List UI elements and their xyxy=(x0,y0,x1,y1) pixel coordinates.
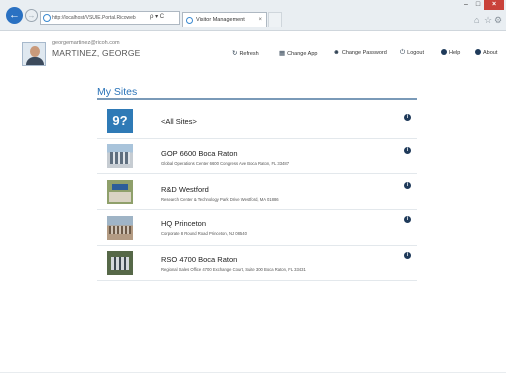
window-bottom-edge xyxy=(0,372,506,379)
ie-page-icon xyxy=(43,14,51,22)
tab-page-icon xyxy=(186,17,193,24)
info-icon[interactable]: i xyxy=(404,252,411,259)
avatar-body xyxy=(26,57,44,65)
site-row-rd-westford[interactable]: R&D Westford Research Center & Technolog… xyxy=(97,175,417,210)
site-address: Global Operations Center 6600 Congress A… xyxy=(161,161,290,166)
power-icon: ⏻ xyxy=(400,49,406,56)
apps-icon: ▦ xyxy=(279,50,286,57)
site-thumbnail xyxy=(107,180,133,204)
info-icon[interactable]: i xyxy=(404,216,411,223)
site-name: HQ Princeton xyxy=(161,219,207,228)
browser-tab[interactable]: Visitor Management × xyxy=(182,12,267,27)
help-icon xyxy=(441,49,447,55)
site-name: <All Sites> xyxy=(161,117,197,126)
map-pin-icon: 9? xyxy=(107,109,133,133)
tab-title: Visitor Management xyxy=(196,17,245,23)
home-icon[interactable]: ⌂ xyxy=(474,15,479,25)
back-arrow-icon[interactable]: ← xyxy=(6,7,23,24)
close-window-button[interactable]: × xyxy=(484,0,504,10)
avatar-head xyxy=(30,46,40,57)
gear-icon[interactable]: ⚙ xyxy=(494,15,502,26)
site-thumbnail xyxy=(107,216,133,240)
user-email: georgemartinez@ricoh.com xyxy=(52,40,120,46)
site-address: Regional Sales Office 4700 Exchange Cour… xyxy=(161,267,306,272)
site-row-all[interactable]: 9? <All Sites> i xyxy=(97,104,417,139)
user-icon: ☻ xyxy=(333,49,340,56)
change-app-link[interactable]: ▦ Change App xyxy=(279,49,317,57)
avatar xyxy=(22,42,46,66)
site-thumbnail xyxy=(107,251,133,275)
site-address: Research Center & Technology Park Drive … xyxy=(161,197,279,202)
browser-toolbar: ← → http://localhost/VSUIE.Portal.Ricowe… xyxy=(0,0,506,31)
page-title: My Sites xyxy=(97,86,138,98)
address-tools[interactable]: ρ ▾ C xyxy=(150,11,164,23)
info-icon xyxy=(475,49,481,55)
refresh-icon: ↻ xyxy=(232,50,238,57)
site-row-rso-4700[interactable]: RSO 4700 Boca Raton Regional Sales Offic… xyxy=(97,246,417,281)
forward-arrow-icon[interactable]: → xyxy=(25,9,38,22)
minimize-button[interactable]: – xyxy=(460,0,472,10)
address-text: http://localhost/VSUIE.Portal.Ricoweb xyxy=(52,15,136,21)
site-name: R&D Westford xyxy=(161,185,209,194)
info-icon[interactable]: i xyxy=(404,147,411,154)
site-row-gop-6600[interactable]: GOP 6600 Boca Raton Global Operations Ce… xyxy=(97,139,417,174)
about-link[interactable]: About xyxy=(475,49,497,56)
help-link[interactable]: Help xyxy=(441,49,460,56)
new-tab-button[interactable] xyxy=(268,12,282,27)
site-thumbnail xyxy=(107,144,133,168)
site-name: RSO 4700 Boca Raton xyxy=(161,255,238,264)
change-password-link[interactable]: ☻ Change Password xyxy=(333,49,387,56)
tab-close-icon[interactable]: × xyxy=(258,13,262,27)
info-icon[interactable]: i xyxy=(404,182,411,189)
logout-link[interactable]: ⏻ Logout xyxy=(400,49,424,57)
title-divider xyxy=(97,98,417,100)
site-name: GOP 6600 Boca Raton xyxy=(161,149,238,158)
refresh-link[interactable]: ↻ Refresh xyxy=(232,49,259,57)
site-address: Corporate 8 Round Road Princeton, NJ 085… xyxy=(161,231,247,236)
info-icon[interactable]: i xyxy=(404,114,411,121)
maximize-button[interactable]: □ xyxy=(472,0,484,10)
user-name: MARTINEZ, GEORGE xyxy=(52,48,141,58)
site-row-hq-princeton[interactable]: HQ Princeton Corporate 8 Round Road Prin… xyxy=(97,211,417,246)
star-icon[interactable]: ☆ xyxy=(484,15,492,26)
